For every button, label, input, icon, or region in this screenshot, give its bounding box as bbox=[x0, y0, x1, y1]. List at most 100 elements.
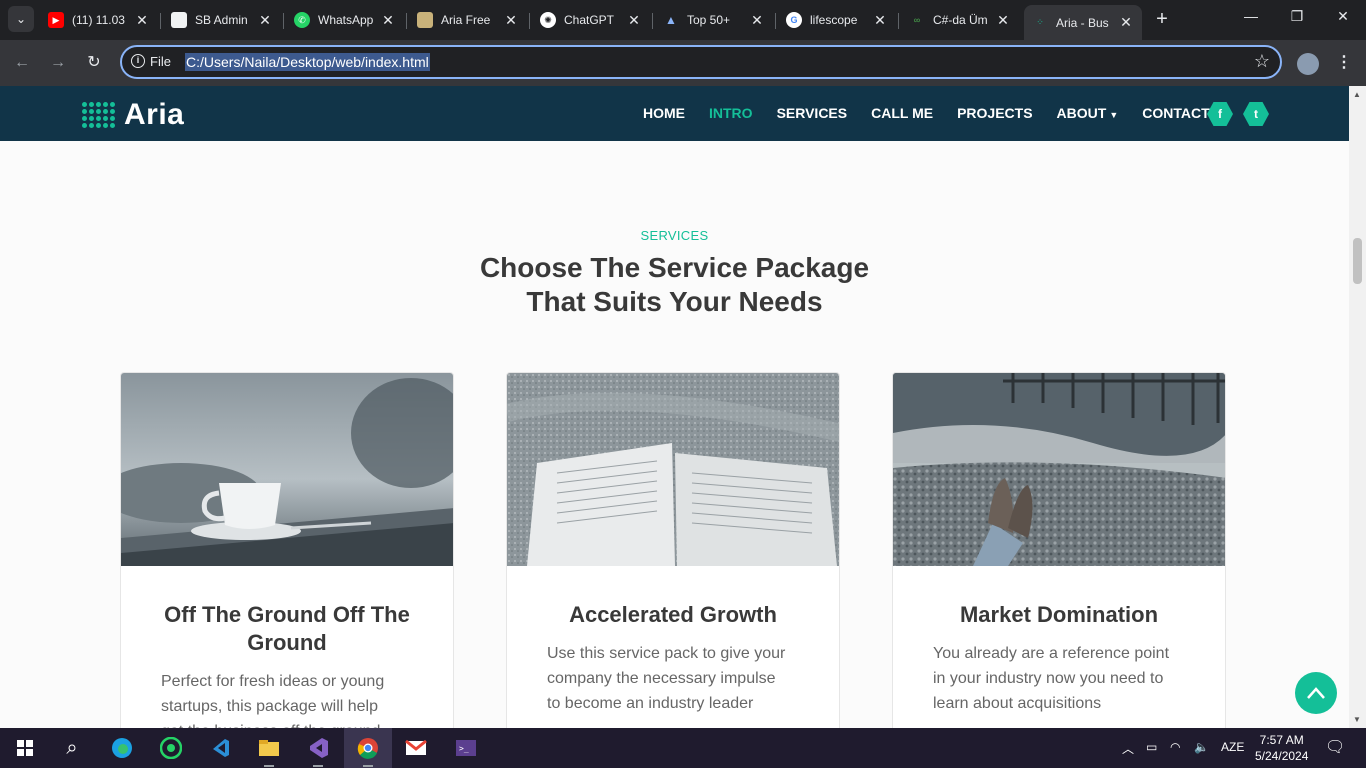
card-description: You already are a reference point in you… bbox=[933, 645, 1170, 712]
profile-avatar[interactable] bbox=[1297, 53, 1319, 75]
card-description: Use this service pack to give your compa… bbox=[547, 645, 786, 712]
visual-studio-icon[interactable] bbox=[305, 736, 331, 767]
site-logo[interactable]: Aria bbox=[80, 98, 184, 132]
close-icon[interactable]: ✕ bbox=[626, 12, 642, 29]
browser-tab[interactable]: ✺ ChatGPT ✕ bbox=[532, 5, 650, 35]
scheme-label: File bbox=[150, 54, 171, 69]
service-card: Market Domination You already are a refe… bbox=[892, 372, 1226, 728]
back-to-top-button[interactable] bbox=[1295, 672, 1337, 714]
gmail-icon[interactable] bbox=[403, 736, 429, 760]
logo-dots-icon bbox=[80, 99, 116, 131]
close-icon[interactable]: ✕ bbox=[257, 12, 273, 29]
reload-button[interactable]: ↻ bbox=[83, 52, 105, 74]
restore-button[interactable]: ❐ bbox=[1282, 8, 1312, 25]
nav-intro[interactable]: INTRO bbox=[709, 105, 753, 121]
vscode-icon[interactable] bbox=[207, 736, 233, 760]
reload-icon: ↻ bbox=[87, 54, 101, 71]
twitter-icon[interactable]: t bbox=[1243, 102, 1269, 126]
youtube-icon: ▶ bbox=[48, 12, 64, 28]
browser-tab[interactable]: ✆ WhatsApp ✕ bbox=[286, 5, 404, 35]
close-icon[interactable]: ✕ bbox=[749, 12, 765, 29]
whatsapp-icon: ✆ bbox=[294, 12, 310, 28]
arrow-right-icon: → bbox=[50, 54, 66, 71]
scroll-down-icon[interactable]: ▼ bbox=[1353, 715, 1361, 724]
aria-icon: ⁘ bbox=[1036, 17, 1044, 27]
chrome-icon[interactable] bbox=[355, 736, 381, 767]
edge-icon[interactable] bbox=[109, 736, 135, 760]
card-description: Perfect for fresh ideas or young startup… bbox=[161, 673, 385, 728]
terminal-icon[interactable]: >_ bbox=[453, 736, 479, 760]
close-icon[interactable]: ✕ bbox=[872, 12, 888, 29]
nav-about[interactable]: ABOUT ▼ bbox=[1057, 105, 1119, 121]
open-book-image bbox=[507, 373, 839, 566]
plus-icon: + bbox=[1156, 8, 1168, 30]
more-menu-icon[interactable]: ⋮ bbox=[1336, 52, 1352, 72]
card-title: Market Domination bbox=[959, 602, 1159, 627]
mountain-icon: ▲ bbox=[665, 13, 677, 27]
card-title: Off The Ground Off The Ground bbox=[164, 602, 410, 655]
svg-text:>_: >_ bbox=[459, 744, 469, 753]
minimize-button[interactable]: — bbox=[1236, 8, 1266, 24]
google-icon: G bbox=[786, 12, 802, 28]
chatgpt-icon: ✺ bbox=[540, 12, 556, 28]
search-icon[interactable]: ⌕ bbox=[59, 736, 85, 760]
close-window-button[interactable]: ✕ bbox=[1328, 8, 1358, 25]
nav-menu: HOME INTRO SERVICES CALL ME PROJECTS ABO… bbox=[643, 105, 1234, 121]
browser-tab[interactable]: ▲ Top 50+ ✕ bbox=[655, 5, 773, 35]
site-navbar: Aria HOME INTRO SERVICES CALL ME PROJECT… bbox=[0, 86, 1349, 141]
address-bar[interactable]: i File C:/Users/Naila/Desktop/web/index.… bbox=[120, 45, 1282, 79]
back-button[interactable]: ← bbox=[11, 52, 33, 74]
browser-tab[interactable]: G lifescope ✕ bbox=[778, 5, 896, 35]
battery-icon[interactable]: ▭ bbox=[1146, 740, 1157, 754]
notification-icon[interactable]: 🗨 bbox=[1325, 737, 1345, 757]
file-explorer-icon[interactable] bbox=[256, 736, 282, 767]
browser-tab-strip: ⌄ ▶ (11) 11.03 ✕ SB Admin ✕ ✆ WhatsApp ✕… bbox=[0, 0, 1366, 40]
nav-projects[interactable]: PROJECTS bbox=[957, 105, 1032, 121]
browser-toolbar: ← → ↻ i File C:/Users/Naila/Desktop/web/… bbox=[0, 40, 1366, 86]
browser-tab[interactable]: SB Admin ✕ bbox=[163, 5, 281, 35]
chevron-up-icon[interactable]: ︿ bbox=[1122, 740, 1134, 757]
template-icon bbox=[417, 12, 433, 28]
beach-feet-image bbox=[893, 373, 1225, 566]
info-icon[interactable]: i bbox=[131, 54, 145, 68]
close-icon[interactable]: ✕ bbox=[1118, 14, 1134, 31]
scrollbar-thumb[interactable] bbox=[1353, 238, 1362, 284]
nav-contact[interactable]: CONTACT bbox=[1142, 105, 1209, 121]
system-clock[interactable]: 7:57 AM 5/24/2024 bbox=[1255, 732, 1308, 764]
close-icon[interactable]: ✕ bbox=[995, 12, 1011, 29]
chevron-down-icon: ⌄ bbox=[15, 12, 27, 26]
forward-button[interactable]: → bbox=[47, 52, 69, 74]
close-icon[interactable]: ✕ bbox=[380, 12, 396, 29]
service-card: Off The Ground Off The Ground Perfect fo… bbox=[120, 372, 454, 728]
language-indicator[interactable]: AZE bbox=[1221, 740, 1244, 754]
close-icon[interactable]: ✕ bbox=[134, 12, 150, 29]
scroll-up-icon[interactable]: ▲ bbox=[1353, 90, 1361, 99]
service-card: Accelerated Growth Use this service pack… bbox=[506, 372, 840, 728]
wifi-icon[interactable]: ◠ bbox=[1170, 740, 1180, 754]
browser-tab[interactable]: ∞ C#-da Üm ✕ bbox=[901, 5, 1019, 35]
url-text[interactable]: C:/Users/Naila/Desktop/web/index.html bbox=[185, 53, 430, 71]
browser-tab[interactable]: Aria Free ✕ bbox=[409, 5, 527, 35]
card-title: Accelerated Growth bbox=[569, 602, 777, 627]
tab-search-button[interactable]: ⌄ bbox=[8, 6, 34, 32]
code-icon: ∞ bbox=[913, 15, 921, 25]
page-scrollbar[interactable]: ▲ ▼ bbox=[1349, 86, 1366, 728]
chevron-up-icon bbox=[1307, 687, 1325, 699]
page-viewport: Aria HOME INTRO SERVICES CALL ME PROJECT… bbox=[0, 86, 1366, 728]
nav-home[interactable]: HOME bbox=[643, 105, 685, 121]
volume-icon[interactable]: 🔈 bbox=[1194, 740, 1209, 754]
facebook-icon[interactable]: f bbox=[1207, 102, 1233, 126]
star-icon[interactable]: ☆ bbox=[1254, 51, 1270, 72]
browser-tab[interactable]: ▶ (11) 11.03 ✕ bbox=[40, 5, 158, 35]
close-icon[interactable]: ✕ bbox=[503, 12, 519, 29]
windows-start-icon[interactable] bbox=[12, 736, 38, 760]
document-icon bbox=[171, 12, 187, 28]
nav-call-me[interactable]: CALL ME bbox=[871, 105, 933, 121]
whatsapp-icon[interactable] bbox=[158, 736, 184, 760]
section-label: SERVICES bbox=[640, 228, 709, 243]
coffee-cup-image bbox=[121, 373, 453, 566]
windows-taskbar: ⌕ >_ ︿ ▭ ◠ 🔈 AZE 7:57 AM 5/24/2024 🗨 bbox=[0, 728, 1366, 768]
new-tab-button[interactable]: + bbox=[1152, 8, 1172, 32]
browser-tab-active[interactable]: ⁘ Aria - Bus ✕ bbox=[1024, 5, 1142, 40]
nav-services[interactable]: SERVICES bbox=[777, 105, 848, 121]
